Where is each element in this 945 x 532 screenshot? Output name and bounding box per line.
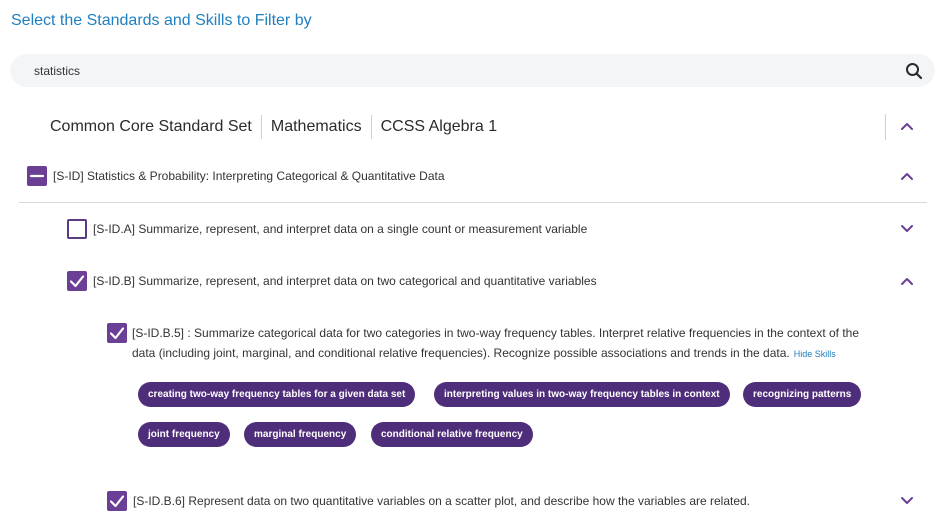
domain-label[interactable]: [S-ID] Statistics & Probability: Interpr… (53, 169, 445, 183)
skill-chip[interactable]: recognizing patterns (743, 382, 862, 407)
breadcrumb-standard-set[interactable]: Common Core Standard Set (50, 118, 252, 136)
standard-b6-checkbox[interactable] (107, 491, 127, 511)
cluster-b-checkbox[interactable] (67, 271, 87, 291)
standard-b5-text-line-2-content: data (including joint, marginal, and con… (132, 346, 790, 360)
breadcrumb-course[interactable]: CCSS Algebra 1 (381, 118, 498, 136)
page-title: Select the Standards and Skills to Filte… (11, 12, 312, 29)
breadcrumb-divider (260, 115, 262, 139)
collapse-standard-set-chevron-up-icon[interactable] (900, 119, 914, 133)
skill-chip[interactable]: interpreting values in two-way frequency… (434, 382, 730, 407)
skill-chip[interactable]: joint frequency (138, 422, 230, 447)
breadcrumb: Common Core Standard Set Mathematics CCS… (50, 114, 497, 140)
collapse-domain-chevron-up-icon[interactable] (900, 169, 914, 183)
domain-checkbox-partial[interactable] (27, 166, 47, 186)
skill-chip[interactable]: creating two-way frequency tables for a … (138, 382, 416, 407)
breadcrumb-subject[interactable]: Mathematics (271, 118, 362, 136)
search-input[interactable] (34, 54, 884, 87)
cluster-b-label[interactable]: [S-ID.B] Summarize, represent, and inter… (93, 274, 597, 288)
standard-b6-label[interactable]: [S-ID.B.6] Represent data on two quantit… (133, 494, 750, 508)
cluster-a-label[interactable]: [S-ID.A] Summarize, represent, and inter… (93, 222, 587, 236)
standard-b5-checkbox[interactable] (107, 323, 127, 343)
search-bar (10, 54, 935, 87)
skill-chip[interactable]: conditional relative frequency (371, 422, 533, 447)
standard-b5-description: [S-ID.B.5] : Summarize categorical data … (132, 323, 932, 364)
expand-standard-b6-chevron-down-icon[interactable] (900, 494, 914, 508)
expand-cluster-a-chevron-down-icon[interactable] (900, 222, 914, 236)
section-divider (19, 202, 927, 203)
hide-skills-link[interactable]: Hide Skills (794, 349, 836, 359)
cluster-a-checkbox[interactable] (67, 219, 87, 239)
search-icon[interactable] (905, 62, 923, 80)
collapse-cluster-b-chevron-up-icon[interactable] (900, 274, 914, 288)
header-divider (885, 114, 886, 140)
skill-chip[interactable]: marginal frequency (244, 422, 357, 447)
breadcrumb-divider (370, 115, 372, 139)
standard-b5-text-line-1: [S-ID.B.5] : Summarize categorical data … (132, 326, 860, 340)
standard-b5-text-line-2: data (including joint, marginal, and con… (132, 343, 932, 364)
